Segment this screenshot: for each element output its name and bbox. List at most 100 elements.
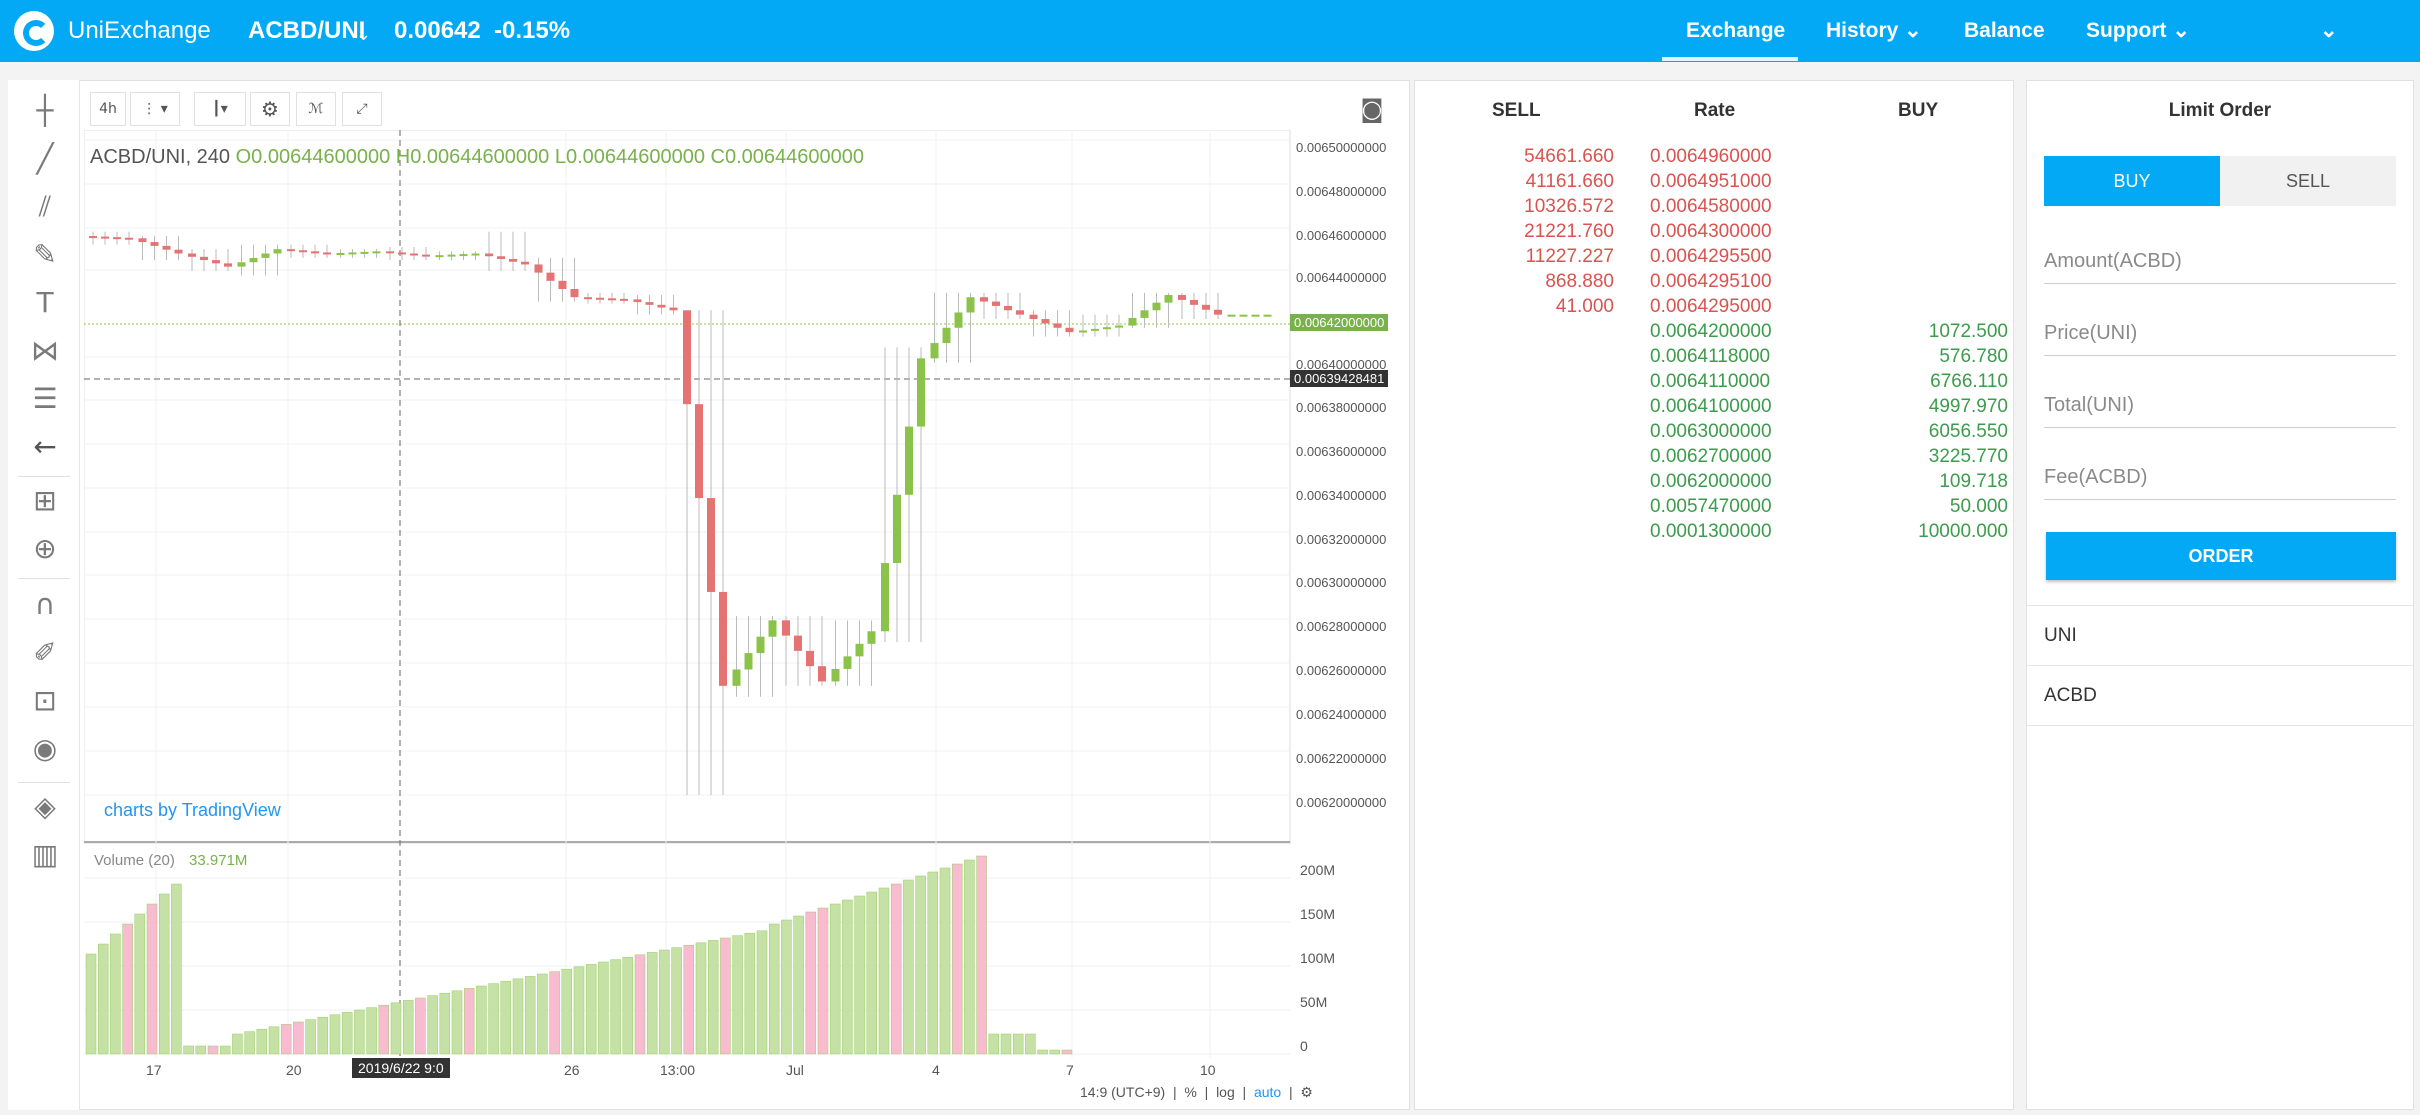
bid-rate[interactable]: 0.0064118000 [1650, 344, 1770, 369]
pair-selector[interactable]: ACBD/UNI [248, 16, 365, 46]
nav-exchange[interactable]: Exchange [1686, 16, 1785, 46]
candle-body [521, 261, 529, 265]
time-cursor-label: 2019/6/22 9:0 [352, 1058, 450, 1078]
ask-rate[interactable]: 0.0064951000 [1650, 169, 1772, 194]
candle-type-icon[interactable]: ┃▾ [194, 92, 246, 126]
volume-bar [866, 891, 878, 1055]
tradingview-branding[interactable]: charts by TradingView [104, 800, 281, 821]
sell-tab[interactable]: SELL [2220, 156, 2396, 206]
back-arrow-icon[interactable]: ← [28, 430, 62, 464]
ask-amount[interactable]: 868.880 [1464, 269, 1614, 294]
price-input[interactable] [2044, 312, 2396, 356]
magnet-icon[interactable]: ∩ [28, 588, 62, 622]
timezone-label[interactable]: 14:9 (UTC+9) [1080, 1084, 1165, 1100]
nav-history[interactable]: History ⌄ [1826, 16, 1922, 46]
volume-bar [354, 1009, 365, 1055]
volume-bar [610, 959, 621, 1055]
bid-rate[interactable]: 0.0063000000 [1650, 419, 1772, 444]
bid-rate[interactable]: 0.0001300000 [1650, 519, 1772, 544]
ask-amount[interactable]: 41.000 [1464, 294, 1614, 319]
candle-body [905, 426, 913, 495]
candle-body [101, 236, 109, 239]
settings-icon[interactable]: ⚙ [250, 92, 290, 126]
pattern-icon[interactable]: ⋈ [28, 334, 62, 368]
nav-support[interactable]: Support ⌄ [2086, 16, 2190, 46]
bid-amount[interactable]: 4997.970 [1858, 394, 2008, 419]
measure-icon[interactable]: ⊞ [28, 484, 62, 518]
eye-icon[interactable]: ◉ [28, 732, 62, 766]
ask-amount[interactable]: 41161.660 [1464, 169, 1614, 194]
bid-rate[interactable]: 0.0064100000 [1650, 394, 1772, 419]
order-button[interactable]: ORDER [2046, 532, 2396, 580]
interval-dropdown[interactable]: ⋮ ▾ [130, 92, 180, 126]
bid-amount[interactable]: 6766.110 [1858, 369, 2008, 394]
buy-tab[interactable]: BUY [2044, 156, 2220, 206]
trend-line-icon[interactable]: ╱ [28, 142, 62, 176]
volume-bar [549, 971, 560, 1055]
candle-body [893, 494, 901, 564]
bid-rate[interactable]: 0.0057470000 [1650, 494, 1772, 519]
text-tool-icon[interactable]: T [28, 286, 62, 320]
balance-item-uni[interactable]: UNI [2026, 605, 2414, 665]
ask-amount[interactable]: 21221.760 [1464, 219, 1614, 244]
balance-item-acbd[interactable]: ACBD [2026, 665, 2414, 725]
volume-bar [512, 978, 524, 1055]
bid-amount[interactable]: 10000.000 [1858, 519, 2008, 544]
footer-settings-icon[interactable]: ⚙ [1300, 1084, 1313, 1100]
volume-bar [915, 875, 926, 1055]
volume-legend: Volume (20) 33.971M [94, 852, 247, 869]
bid-amount[interactable]: 6056.550 [1858, 419, 2008, 444]
nav-user-menu[interactable]: ⌄ [2320, 16, 2338, 46]
brand-name[interactable]: UniExchange [68, 16, 211, 46]
brush-icon[interactable]: ✎ [28, 238, 62, 272]
candle-body [200, 256, 208, 261]
amount-input[interactable] [2044, 240, 2396, 284]
current-price-label: 0.00642000000 [1290, 314, 1389, 331]
ask-rate[interactable]: 0.0064295100 [1650, 269, 1772, 294]
forecast-icon[interactable]: ☰ [28, 382, 62, 416]
bid-amount[interactable]: 3225.770 [1858, 444, 2008, 469]
nav-balance[interactable]: Balance [1964, 16, 2045, 46]
indicators-icon[interactable]: ℳ [296, 92, 336, 126]
bid-rate[interactable]: 0.0064200000 [1650, 319, 1772, 344]
camera-icon[interactable]: ◙ [1352, 92, 1392, 126]
volume-bar [781, 919, 792, 1055]
ask-rate[interactable]: 0.0064300000 [1650, 219, 1772, 244]
ask-amount[interactable]: 54661.660 [1464, 144, 1614, 169]
fee-input[interactable] [2044, 456, 2396, 500]
crosshair-icon[interactable]: ┼ [28, 94, 62, 128]
log-toggle[interactable]: log [1216, 1084, 1235, 1100]
layers-icon[interactable]: ◈ [28, 790, 62, 824]
lock-drawing-icon[interactable]: ✐ [28, 636, 62, 670]
bid-rate[interactable]: 0.0062000000 [1650, 469, 1772, 494]
bid-amount[interactable]: 50.000 [1858, 494, 2008, 519]
unlock-icon[interactable]: ⊡ [28, 684, 62, 718]
logo-icon[interactable] [14, 11, 54, 51]
candle-body [336, 252, 345, 255]
price-chart[interactable] [84, 130, 1410, 1110]
ask-rate[interactable]: 0.0064295500 [1650, 244, 1772, 269]
legend-close: C0.00644600000 [710, 146, 865, 168]
bid-rate[interactable]: 0.0064110000 [1650, 369, 1770, 394]
fullscreen-icon[interactable]: ⤢ [342, 92, 382, 126]
auto-toggle[interactable]: auto [1254, 1084, 1281, 1100]
ask-amount[interactable]: 10326.572 [1464, 194, 1614, 219]
interval-button[interactable]: 4h [90, 92, 126, 126]
ask-amount[interactable]: 11227.227 [1464, 244, 1614, 269]
trash-icon[interactable]: ▥ [28, 838, 62, 872]
bid-amount[interactable]: 109.718 [1858, 469, 2008, 494]
legend-low: L0.00644600000 [554, 146, 705, 168]
ask-rate[interactable]: 0.0064960000 [1650, 144, 1772, 169]
bid-amount[interactable]: 1072.500 [1858, 319, 2008, 344]
ask-rate[interactable]: 0.0064580000 [1650, 194, 1772, 219]
bid-rate[interactable]: 0.0062700000 [1650, 444, 1772, 469]
ask-rate[interactable]: 0.0064295000 [1650, 294, 1772, 319]
price-axis-label: 0.00636000000 [1296, 444, 1387, 459]
percent-toggle[interactable]: % [1184, 1084, 1196, 1100]
chevron-down-icon[interactable]: ⌄ [356, 19, 371, 49]
zoom-in-icon[interactable]: ⊕ [28, 532, 62, 566]
total-input[interactable] [2044, 384, 2396, 428]
fib-icon[interactable]: ⫽ [28, 190, 62, 224]
bid-amount[interactable]: 576.780 [1858, 344, 2008, 369]
price-axis-label: 0.00620000000 [1296, 795, 1387, 810]
